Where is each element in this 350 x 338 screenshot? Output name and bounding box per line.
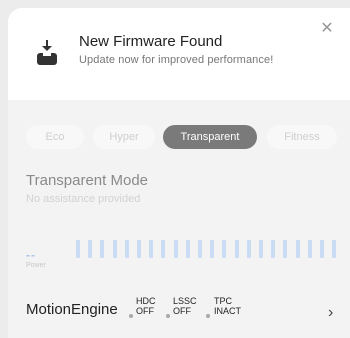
firmware-notification[interactable]: New Firmware Found Update now for improv… (8, 8, 350, 96)
power-bar (222, 240, 227, 258)
power-label: Power (26, 262, 46, 269)
hdc-name: HDC (136, 296, 156, 306)
tpc-status-dot (206, 314, 210, 318)
power-bar (76, 240, 80, 258)
power-bar (198, 240, 202, 258)
download-tray-icon (36, 40, 58, 66)
close-icon[interactable]: ✕ (318, 20, 336, 38)
power-value: -- (26, 248, 36, 262)
tab-eco[interactable]: Eco (26, 125, 84, 149)
mode-subtitle: No assistance provided (26, 193, 141, 205)
power-bar (307, 240, 312, 258)
tab-hyper[interactable]: Hyper (93, 125, 155, 149)
power-bar (161, 240, 166, 258)
hdc-status: HDC OFF (136, 296, 156, 316)
tab-transparent[interactable]: Transparent (163, 125, 257, 149)
power-bar (149, 240, 154, 258)
notification-title: New Firmware Found (79, 33, 223, 50)
power-bar (271, 240, 276, 258)
power-bar (88, 240, 93, 258)
hdc-state: OFF (136, 306, 154, 316)
tpc-name: TPC (214, 296, 232, 306)
lssc-state: OFF (173, 306, 191, 316)
power-bar (173, 240, 178, 258)
chevron-right-icon[interactable]: › (328, 304, 333, 322)
power-bar (320, 240, 324, 258)
power-bar (210, 240, 215, 258)
motion-engine-label: MotionEngine (26, 301, 118, 318)
hdc-status-dot (129, 314, 133, 318)
power-bar (259, 240, 263, 258)
lssc-status-dot (166, 314, 170, 318)
power-bar (234, 240, 239, 258)
power-bar (332, 240, 337, 258)
tpc-status: TPC INACT (214, 296, 241, 316)
tpc-state: INACT (214, 306, 241, 316)
lssc-name: LSSC (173, 296, 197, 306)
power-bar (137, 240, 141, 258)
power-bar (100, 240, 105, 258)
power-bar (295, 240, 300, 258)
power-bar-meter (76, 240, 346, 268)
power-bar (246, 240, 251, 258)
tab-fitness[interactable]: Fitness (267, 125, 337, 149)
notification-subtitle: Update now for improved performance! (79, 54, 274, 66)
firmware-panel: New Firmware Found Update now for improv… (8, 8, 350, 338)
mode-title: Transparent Mode (26, 172, 149, 189)
power-bar (185, 240, 190, 258)
mode-tabs: Eco Hyper Transparent Fitness (8, 125, 350, 149)
power-bar (124, 240, 129, 258)
lssc-status: LSSC OFF (173, 296, 197, 316)
power-bar (283, 240, 288, 258)
power-bar (112, 240, 117, 258)
